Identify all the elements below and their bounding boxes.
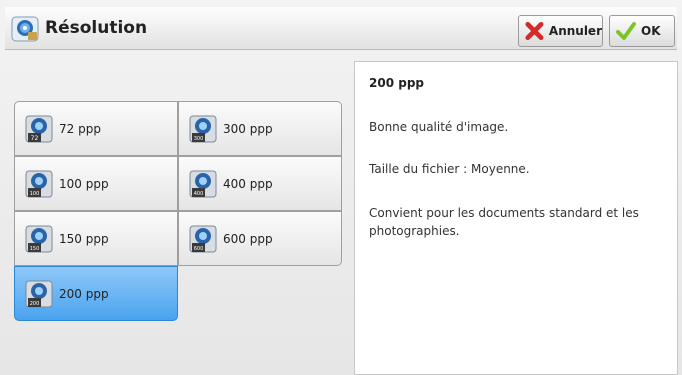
option-200-ppp[interactable]: 200 200 ppp	[14, 266, 178, 321]
svg-text:100: 100	[30, 191, 40, 197]
page-title: Résolution	[45, 18, 148, 38]
resolution-200-icon: 200	[25, 280, 53, 307]
svg-text:400: 400	[194, 191, 204, 197]
option-150-ppp[interactable]: 150 150 ppp	[14, 211, 178, 266]
svg-text:600: 600	[194, 246, 204, 252]
description-panel: 200 ppp Bonne qualité d'image. Taille du…	[354, 61, 678, 375]
description-title: 200 ppp	[369, 76, 424, 90]
resolution-150-icon: 150	[25, 225, 53, 252]
resolution-100-icon: 100	[25, 170, 53, 197]
resolution-300-icon: 300	[189, 115, 217, 142]
svg-text:300: 300	[194, 136, 204, 142]
resolution-72-icon: 72	[25, 115, 53, 142]
option-72-ppp[interactable]: 72 72 ppp	[14, 101, 178, 156]
option-600-ppp[interactable]: 600 600 ppp	[178, 211, 342, 266]
option-label: 150 ppp	[59, 231, 109, 246]
description-usage: Convient pour les documents standard et …	[369, 206, 639, 238]
description-file-size: Taille du fichier : Moyenne.	[369, 162, 530, 176]
svg-text:72: 72	[31, 135, 39, 142]
option-label: 400 ppp	[223, 176, 273, 191]
svg-text:150: 150	[30, 246, 40, 252]
resolution-screen: Résolution Annuler OK 72 72 ppp 300 300 …	[0, 0, 682, 375]
resolution-icon	[11, 16, 39, 42]
red-x-icon	[525, 21, 544, 41]
option-100-ppp[interactable]: 100 100 ppp	[14, 156, 178, 211]
cancel-button[interactable]: Annuler	[518, 15, 603, 47]
option-label: 600 ppp	[223, 231, 273, 246]
resolution-400-icon: 400	[189, 170, 217, 197]
option-label: 300 ppp	[223, 121, 273, 136]
option-label: 200 ppp	[59, 286, 109, 301]
header-bar: Résolution Annuler OK	[5, 7, 677, 50]
ok-label: OK	[641, 24, 661, 38]
option-label: 72 ppp	[59, 121, 101, 136]
option-400-ppp[interactable]: 400 400 ppp	[178, 156, 342, 211]
option-300-ppp[interactable]: 300 300 ppp	[178, 101, 342, 156]
option-label: 100 ppp	[59, 176, 109, 191]
svg-text:200: 200	[30, 301, 40, 307]
ok-button[interactable]: OK	[609, 15, 675, 47]
description-quality: Bonne qualité d'image.	[369, 120, 509, 134]
resolution-options: 72 72 ppp 300 300 ppp 100 100 ppp 400 40…	[14, 101, 342, 321]
green-check-icon	[616, 22, 636, 40]
resolution-600-icon: 600	[189, 225, 217, 252]
cancel-label: Annuler	[548, 24, 602, 38]
